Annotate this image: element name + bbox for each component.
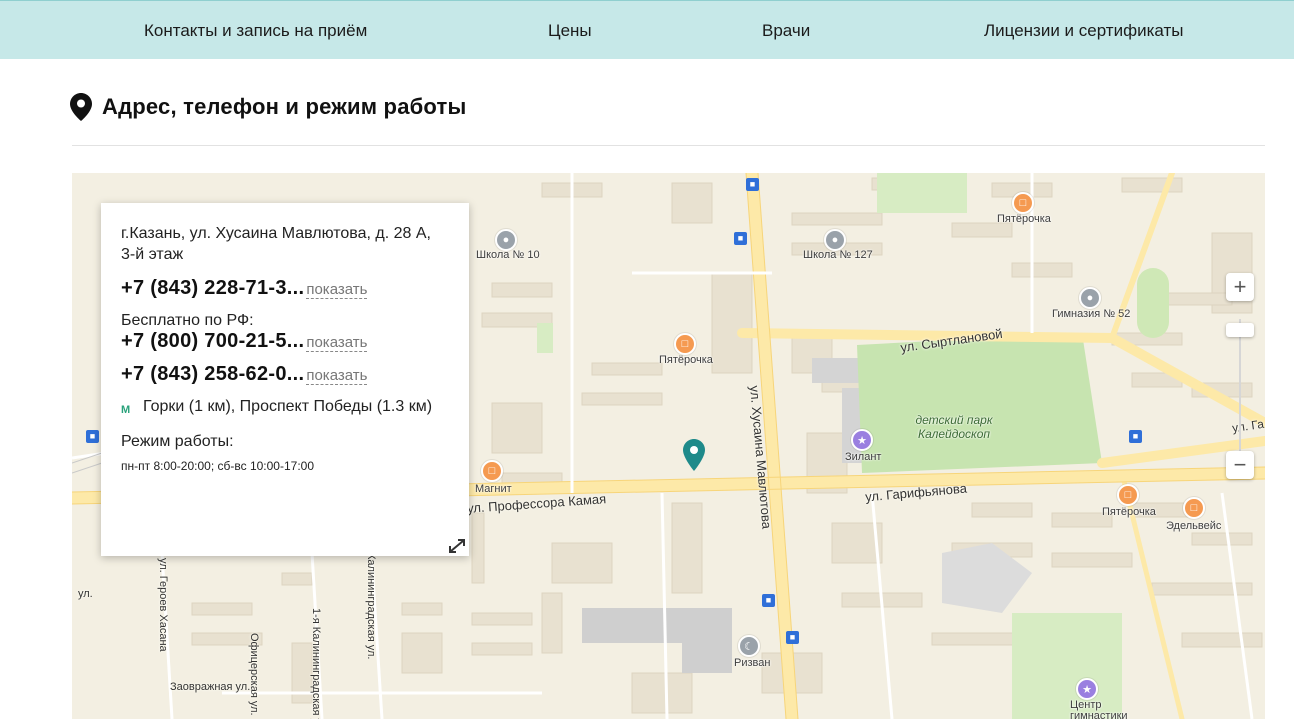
nav-doctors[interactable]: Врачи xyxy=(762,1,810,60)
zoom-out-button[interactable]: − xyxy=(1226,451,1254,479)
phone-row: +7 (843) 258-62-0... показать xyxy=(121,363,449,386)
street-label: ул. Героев Хасана xyxy=(157,558,169,652)
poi-label: Школа № 10 xyxy=(476,249,540,261)
bus-stop-icon[interactable]: ■ xyxy=(734,232,747,245)
contact-card: г.Казань, ул. Хусаина Мавлютова, д. 28 А… xyxy=(101,203,469,556)
theater-icon[interactable]: ★ xyxy=(851,429,873,451)
mosque-icon[interactable]: ☾ xyxy=(738,635,760,657)
poi-label: Ризван xyxy=(734,657,771,669)
nav-prices[interactable]: Цены xyxy=(548,1,592,60)
top-navigation: Контакты и запись на приём Цены Врачи Ли… xyxy=(0,0,1294,59)
zoom-slider-track[interactable] xyxy=(1239,319,1241,454)
poi-label: Пятёрочка xyxy=(1102,506,1156,518)
street-label: ул. xyxy=(78,588,93,600)
street-label: 1-я Калининградская ул. xyxy=(310,608,322,719)
metro-stations: Горки (1 км), Проспект Победы (1.3 км) xyxy=(143,398,433,415)
working-hours: пн-пт 8:00-20:00; сб-вс 10:00-17:00 xyxy=(121,459,314,473)
nav-contacts[interactable]: Контакты и запись на приём xyxy=(144,1,367,60)
bus-stop-icon[interactable]: ■ xyxy=(786,631,799,644)
clinic-marker-icon[interactable] xyxy=(683,439,705,471)
bus-stop-icon[interactable]: ■ xyxy=(762,594,775,607)
show-phone-link[interactable]: показать xyxy=(306,281,368,299)
poi-label: Зилант xyxy=(845,451,882,463)
poi-label: Пятёрочка xyxy=(659,354,713,366)
school-icon[interactable]: ● xyxy=(495,229,517,251)
bus-stop-icon[interactable]: ■ xyxy=(86,430,99,443)
section-heading: Адрес, телефон и режим работы xyxy=(70,90,466,124)
phone-number: +7 (843) 228-71-3... xyxy=(121,277,305,299)
shop-icon[interactable]: □ xyxy=(1012,192,1034,214)
poi-label: Центр гимнастики xyxy=(1070,699,1128,719)
location-pin-icon xyxy=(70,93,92,121)
zoom-in-button[interactable]: + xyxy=(1226,273,1254,301)
expand-icon[interactable] xyxy=(447,536,469,556)
school-icon[interactable]: ● xyxy=(1079,287,1101,309)
hours-label: Режим работы: xyxy=(121,433,234,450)
shop-icon[interactable]: □ xyxy=(481,460,503,482)
nav-licenses[interactable]: Лицензии и сертификаты xyxy=(984,1,1183,60)
show-phone-link[interactable]: показать xyxy=(306,334,368,352)
poi-label: Магнит xyxy=(475,483,512,495)
sport-center-icon[interactable]: ★ xyxy=(1076,678,1098,700)
bus-stop-icon[interactable]: ■ xyxy=(746,178,759,191)
divider xyxy=(72,145,1265,146)
shop-icon[interactable]: □ xyxy=(674,333,696,355)
phone-row: +7 (800) 700-21-5... показать xyxy=(121,330,449,353)
street-label: Калининградская ул. xyxy=(365,553,377,660)
bus-stop-icon[interactable]: ■ xyxy=(1129,430,1142,443)
show-phone-link[interactable]: показать xyxy=(306,367,368,385)
street-label: Офицерская ул. xyxy=(248,633,260,716)
poi-label: Гимназия № 52 xyxy=(1052,308,1131,320)
metro-icon: M xyxy=(121,404,131,416)
shop-icon[interactable]: □ xyxy=(1117,484,1139,506)
poi-label: Пятёрочка xyxy=(997,213,1051,225)
phone-number: +7 (800) 700-21-5... xyxy=(121,330,305,352)
park-label: детский парк Калейдоскоп xyxy=(915,413,993,441)
free-call-label: Бесплатно по РФ: xyxy=(121,312,254,329)
street-label: Заовражная ул. xyxy=(170,681,251,693)
shop-icon[interactable]: □ xyxy=(1183,497,1205,519)
poi-label: Школа № 127 xyxy=(803,249,873,261)
school-icon[interactable]: ● xyxy=(824,229,846,251)
zoom-slider-handle[interactable] xyxy=(1226,323,1254,337)
address: г.Казань, ул. Хусаина Мавлютова, д. 28 А… xyxy=(121,225,431,263)
phone-row: +7 (843) 228-71-3... показать xyxy=(121,277,449,300)
phone-number: +7 (843) 258-62-0... xyxy=(121,363,305,385)
poi-label: Эдельвейс xyxy=(1166,520,1222,532)
metro-info: M Горки (1 км), Проспект Победы (1.3 км) xyxy=(121,396,449,421)
page-title: Адрес, телефон и режим работы xyxy=(102,94,467,119)
